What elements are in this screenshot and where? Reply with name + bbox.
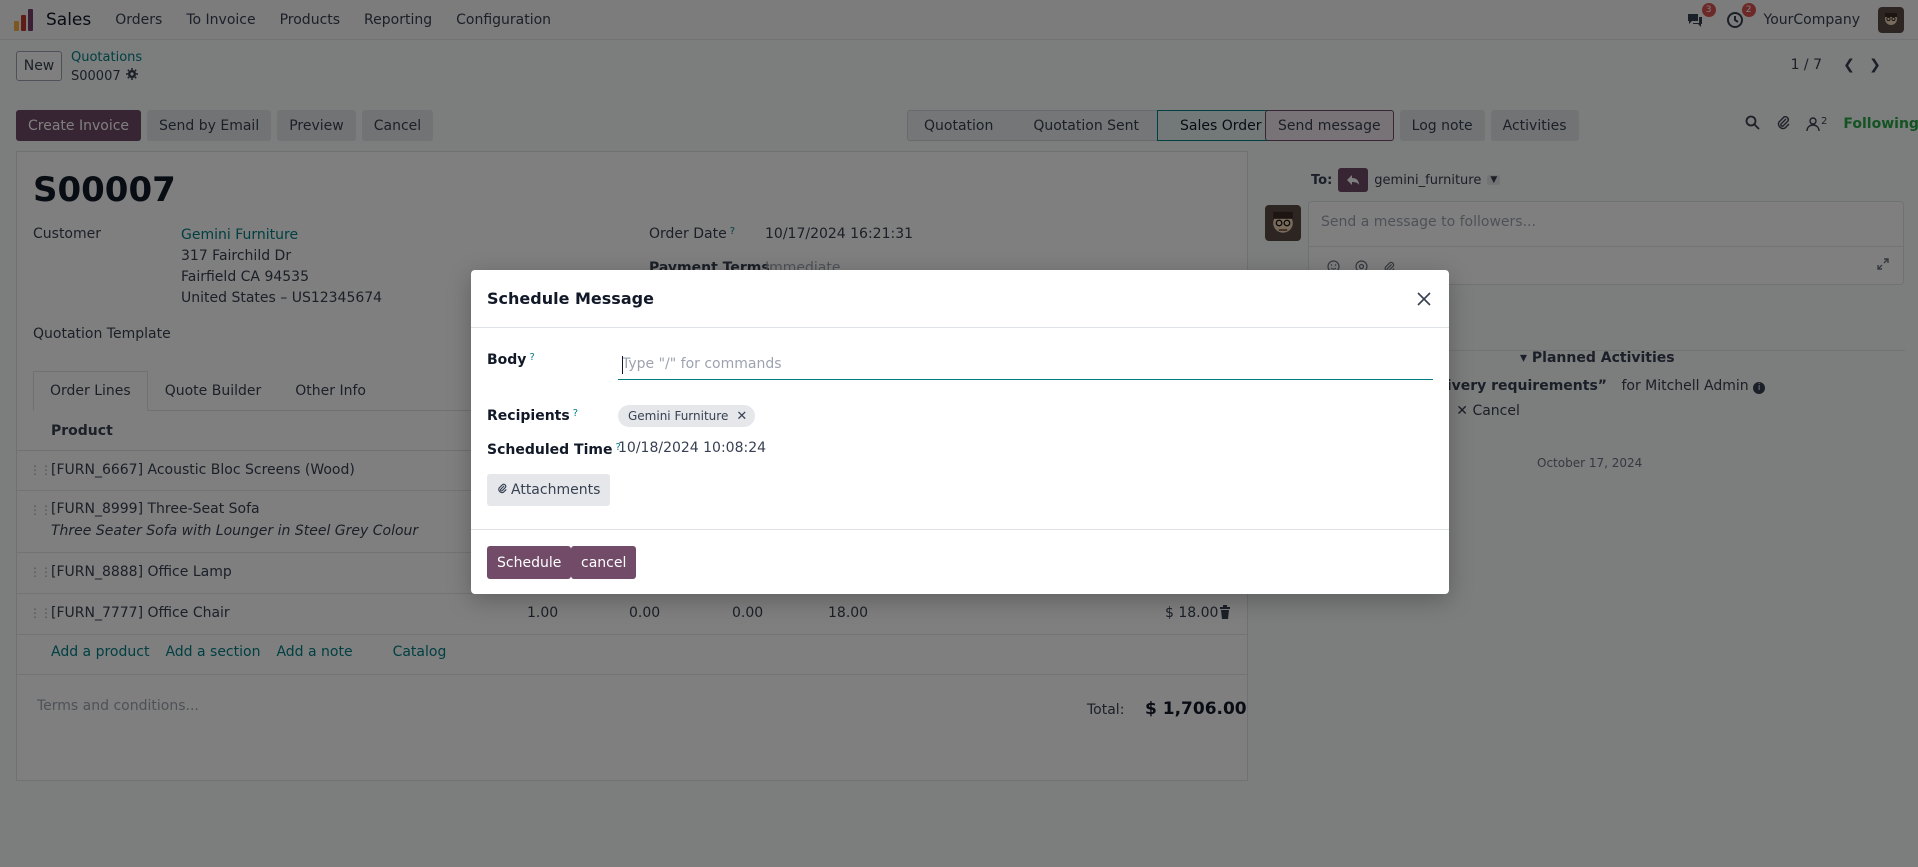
scheduled-time-label: Scheduled Time? bbox=[487, 442, 621, 458]
text-cursor bbox=[622, 356, 623, 374]
recipient-tag-label: Gemini Furniture bbox=[628, 409, 729, 423]
close-icon[interactable] bbox=[1413, 288, 1435, 310]
schedule-message-dialog: Schedule Message Body? Recipients? Gemin… bbox=[471, 270, 1449, 594]
body-input[interactable] bbox=[618, 348, 1433, 380]
paperclip-icon bbox=[497, 482, 507, 498]
remove-tag-icon[interactable]: ✕ bbox=[736, 409, 747, 424]
body-label: Body? bbox=[487, 352, 535, 368]
schedule-button[interactable]: Schedule bbox=[487, 546, 572, 579]
recipients-label: Recipients? bbox=[487, 408, 578, 424]
dialog-header: Schedule Message bbox=[471, 270, 1449, 328]
attachments-label: Attachments bbox=[511, 482, 601, 498]
recipient-tag: Gemini Furniture ✕ bbox=[618, 405, 756, 427]
dialog-title: Schedule Message bbox=[487, 289, 654, 308]
attachments-button[interactable]: Attachments bbox=[487, 474, 611, 506]
scheduled-time-field[interactable]: 10/18/2024 10:08:24 bbox=[618, 440, 766, 456]
dialog-footer: Schedule cancel bbox=[471, 529, 1449, 594]
cancel-button[interactable]: cancel bbox=[571, 546, 637, 579]
